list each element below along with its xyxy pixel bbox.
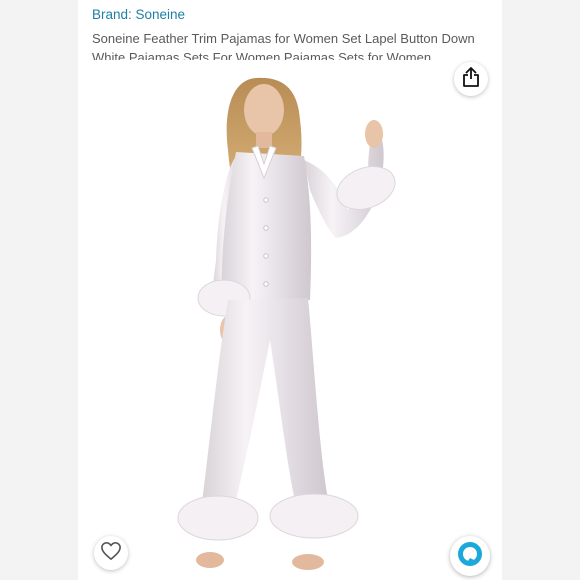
wishlist-button[interactable] [94,536,128,570]
product-image-area[interactable] [78,60,502,580]
share-icon [462,66,480,92]
brand-link[interactable]: Brand: Soneine [92,6,185,23]
product-page: Brand: Soneine Soneine Feather Trim Paja… [78,0,502,580]
screenshot-frame: Brand: Soneine Soneine Feather Trim Paja… [0,0,580,580]
alexa-icon [456,540,484,573]
alexa-button[interactable] [450,536,490,576]
product-image[interactable] [78,60,502,580]
heart-icon [100,541,122,566]
product-header: Brand: Soneine Soneine Feather Trim Paja… [92,6,492,67]
share-button[interactable] [454,62,488,96]
